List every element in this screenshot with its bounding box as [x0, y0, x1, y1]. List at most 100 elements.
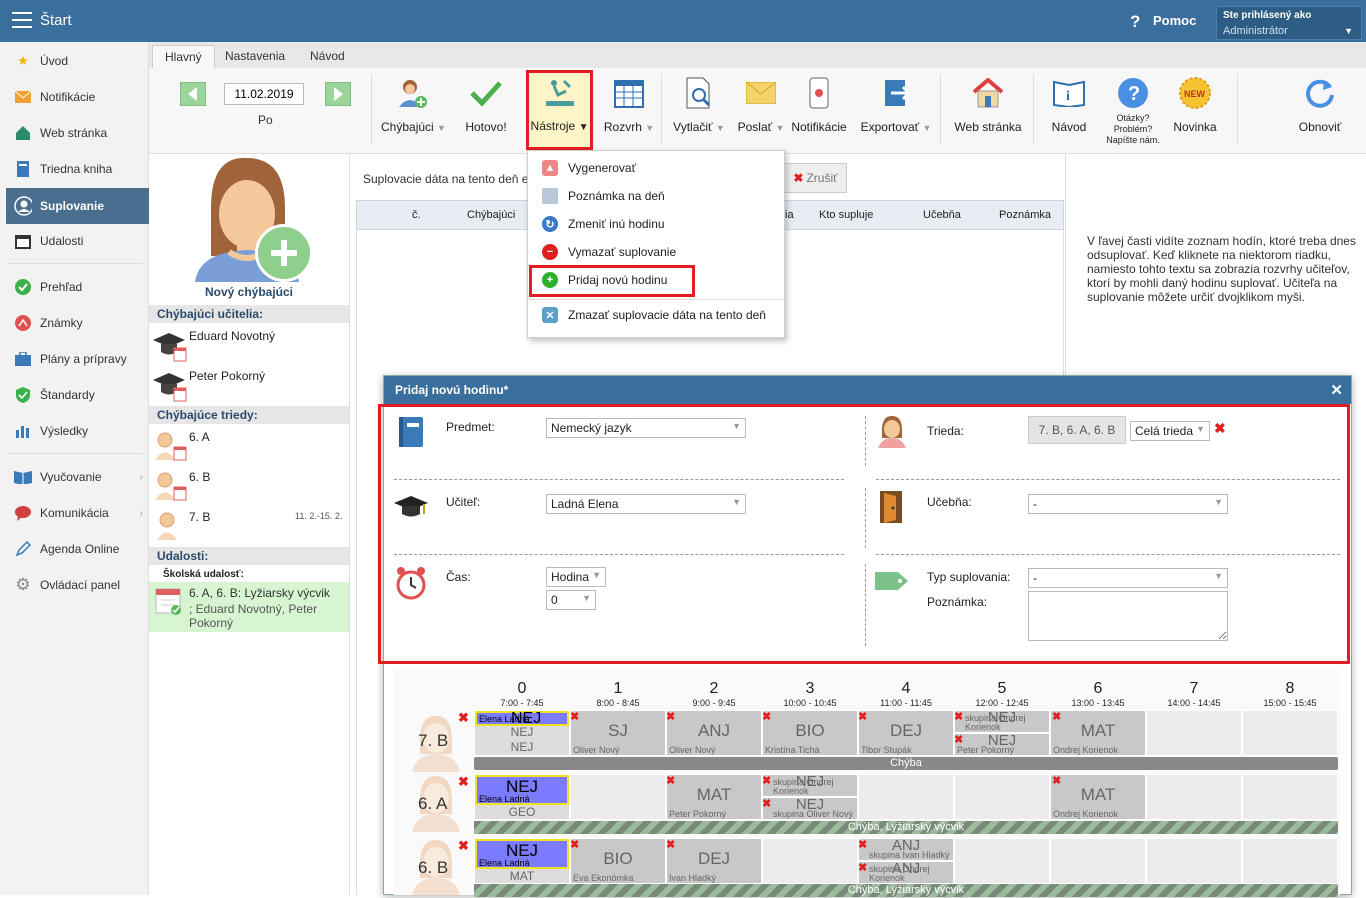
news-button[interactable]: NEW Novinka: [1169, 76, 1221, 152]
sidebar-item-agenda-online[interactable]: Agenda Online: [6, 532, 149, 566]
menu-item-generate[interactable]: ▲ Vygenerovať: [542, 157, 636, 179]
timetable-cell[interactable]: ANJ skupina Ondrej Korienok: [858, 861, 954, 884]
remove-lesson-icon[interactable]: ✖: [458, 774, 469, 790]
remove-lesson-icon[interactable]: ✖: [1052, 774, 1061, 787]
timetable-cell[interactable]: MAT Ondrej Korienok: [1050, 710, 1146, 756]
timetable-cell[interactable]: [1146, 710, 1242, 756]
sidebar-item-znamky[interactable]: Známky: [6, 306, 149, 340]
absent-class[interactable]: 6. A: [189, 430, 210, 444]
send-button[interactable]: Poslať ▼: [736, 76, 786, 152]
remove-lesson-icon[interactable]: ✖: [762, 797, 771, 810]
export-button[interactable]: Exportovať ▼: [858, 76, 934, 152]
tab-hlavny[interactable]: Hlavný: [152, 45, 215, 68]
sidebar-item-udalosti[interactable]: Udalosti: [6, 224, 149, 258]
remove-lesson-icon[interactable]: ✖: [458, 838, 469, 854]
user-menu[interactable]: Ste prihlásený ako Administrátor ▼: [1216, 6, 1362, 40]
absent-teacher[interactable]: Eduard Novotný: [189, 329, 275, 343]
timetable-cell[interactable]: SJ Oliver Nový: [570, 710, 666, 756]
timetable-cell[interactable]: NEJ Peter Pokorný: [954, 733, 1050, 756]
timetable-cell[interactable]: [762, 838, 858, 884]
col-partial[interactable]: ia: [785, 209, 794, 221]
tools-button[interactable]: Nástroje ▼: [526, 70, 593, 150]
date-input[interactable]: [224, 83, 304, 105]
tab-navod[interactable]: Návod: [298, 45, 357, 68]
done-button[interactable]: Hotovo!: [461, 76, 511, 152]
sidebar-item-web-stranka[interactable]: Web stránka: [6, 116, 149, 150]
new-lesson-block[interactable]: NEJ Elena Ladná: [475, 839, 569, 869]
next-day-button[interactable]: [325, 82, 351, 106]
remove-lesson-icon[interactable]: ✖: [666, 774, 675, 787]
timetable-cell[interactable]: [954, 774, 1050, 820]
notifications-button[interactable]: Notifikácie: [789, 76, 849, 152]
timetable-cell[interactable]: BIO Eva Ekonómka: [570, 838, 666, 884]
absent-class[interactable]: 6. B: [189, 470, 210, 484]
web-button[interactable]: Web stránka: [950, 76, 1026, 152]
timetable-cell[interactable]: [858, 774, 954, 820]
sidebar-item-vysledky[interactable]: Výsledky: [6, 414, 149, 448]
timetable-cell[interactable]: [1242, 774, 1338, 820]
questions-button[interactable]: ? Otázky? Problém? Napíšte nám.: [1100, 76, 1166, 152]
timetable-cell[interactable]: [1242, 710, 1338, 756]
timetable-cell[interactable]: ANJ Oliver Nový: [666, 710, 762, 756]
app-title[interactable]: Štart: [40, 12, 72, 29]
tab-nastavenia[interactable]: Nastavenia: [213, 45, 297, 68]
sidebar-item-notifikacie[interactable]: Notifikácie: [6, 80, 149, 114]
timetable-cell[interactable]: [1242, 838, 1338, 884]
col-number[interactable]: č.: [412, 209, 421, 221]
timetable-cell[interactable]: [1050, 838, 1146, 884]
close-icon[interactable]: ✕: [1330, 381, 1343, 399]
question-icon[interactable]: ?: [1130, 12, 1140, 32]
timetable-cell[interactable]: DEJ Ivan Hladký: [666, 838, 762, 884]
timetable-cell[interactable]: Elena Ladná NEJ NEJ NEJ: [474, 710, 570, 756]
sidebar-item-komunikacia[interactable]: Komunikácia ›: [6, 496, 149, 530]
new-lesson-block[interactable]: Elena Ladná NEJ: [475, 711, 569, 727]
menu-item-day-note[interactable]: Poznámka na deň: [542, 185, 665, 207]
remove-lesson-icon[interactable]: ✖: [954, 733, 963, 746]
new-lesson-block[interactable]: NEJ Elena Ladná: [475, 775, 569, 805]
remove-lesson-icon[interactable]: ✖: [570, 710, 579, 723]
col-note[interactable]: Poznámka: [999, 209, 1051, 221]
timetable-cell[interactable]: NEJ skupina Ondrej Korienok: [762, 774, 858, 797]
timetable-cell[interactable]: DEJ Tibor Stupák: [858, 710, 954, 756]
absent-button[interactable]: Chýbajúci ▼: [381, 76, 446, 152]
new-absent-label[interactable]: Nový chýbajúci: [149, 285, 349, 299]
sidebar-item-prehlad[interactable]: Prehľad: [6, 270, 149, 304]
timetable-cell[interactable]: MAT Peter Pokorný: [666, 774, 762, 820]
remove-lesson-icon[interactable]: ✖: [762, 774, 771, 787]
remove-lesson-icon[interactable]: ✖: [858, 861, 867, 874]
remove-lesson-icon[interactable]: ✖: [666, 838, 675, 851]
col-room[interactable]: Učebňa: [923, 209, 961, 221]
help-link[interactable]: Pomoc: [1153, 13, 1196, 28]
sidebar-item-vyucovanie[interactable]: Vyučovanie ›: [6, 460, 149, 494]
timetable-cell[interactable]: [1146, 838, 1242, 884]
sidebar-item-standardy[interactable]: Štandardy: [6, 378, 149, 412]
sidebar-item-uvod[interactable]: ★ Úvod: [6, 44, 149, 78]
remove-lesson-icon[interactable]: ✖: [858, 838, 867, 851]
cancel-button[interactable]: ✖ Zrušiť: [784, 163, 847, 193]
timetable-button[interactable]: Rozvrh ▼: [601, 76, 657, 152]
sidebar-item-triedna-kniha[interactable]: Triedna kniha: [6, 152, 149, 186]
sidebar-item-ovladaci-panel[interactable]: ⚙ Ovládací panel: [6, 568, 149, 602]
sidebar-item-plany[interactable]: Plány a prípravy: [6, 342, 149, 376]
timetable-cell[interactable]: BIO Kristína Tichá: [762, 710, 858, 756]
timetable-cell[interactable]: ANJ skupina Ivan Hladký: [858, 838, 954, 861]
remove-lesson-icon[interactable]: ✖: [666, 710, 675, 723]
plus-icon[interactable]: [255, 224, 313, 282]
remove-lesson-icon[interactable]: ✖: [762, 710, 771, 723]
prev-day-button[interactable]: [180, 82, 206, 106]
menu-item-clear-day[interactable]: ✕ Zmazať suplovacie dáta na tento deň: [542, 304, 766, 326]
remove-lesson-icon[interactable]: ✖: [458, 710, 469, 726]
menu-item-change-lesson[interactable]: ↻ Zmeniť inú hodinu: [542, 213, 665, 235]
timetable-cell[interactable]: NEJ skupina Ondrej Korienok: [954, 710, 1050, 733]
absent-teacher[interactable]: Peter Pokorný: [189, 369, 265, 383]
timetable-cell[interactable]: MAT Ondrej Korienok: [1050, 774, 1146, 820]
timetable-cell[interactable]: NEJ Elena Ladná GEO: [474, 774, 570, 820]
timetable-cell[interactable]: [954, 838, 1050, 884]
timetable-cell[interactable]: NEJ skupina Oliver Nový: [762, 797, 858, 820]
timetable-cell[interactable]: NEJ Elena Ladná MAT: [474, 838, 570, 884]
hamburger-menu-icon[interactable]: [12, 12, 32, 28]
remove-lesson-icon[interactable]: ✖: [1052, 710, 1061, 723]
timetable-cell[interactable]: [570, 774, 666, 820]
col-substitute[interactable]: Kto supluje: [819, 209, 873, 221]
print-button[interactable]: Vytlačiť ▼: [671, 76, 727, 152]
